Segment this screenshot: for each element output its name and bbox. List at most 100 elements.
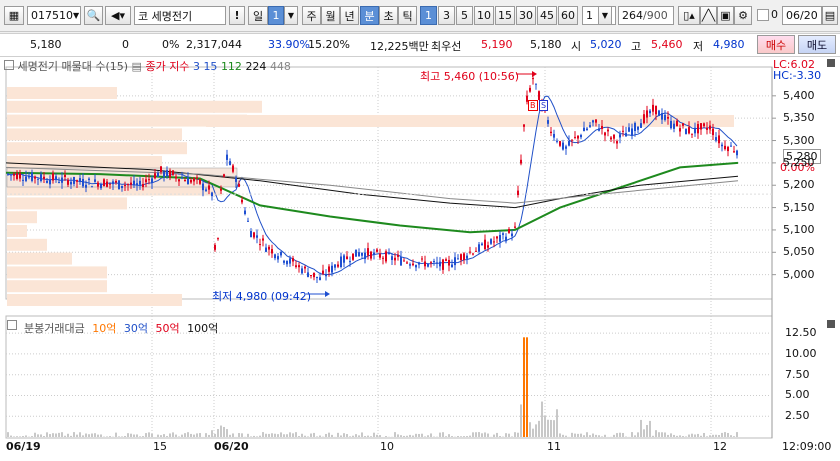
volume-bar (658, 432, 660, 437)
volume-bar (484, 432, 486, 437)
date-input[interactable]: 06/20 (782, 6, 822, 25)
chevron-down-icon[interactable]: ▼ (598, 6, 612, 25)
candle-body (187, 177, 189, 185)
settings-icon[interactable]: ▤ (132, 60, 142, 73)
volume-legend-box[interactable] (7, 320, 17, 330)
volume-bar (181, 434, 183, 437)
candle-body (358, 252, 360, 257)
count-max: /900 (643, 9, 668, 22)
candle-body (34, 176, 36, 179)
minute-30-button[interactable]: 30 (516, 6, 536, 25)
candle-body (310, 275, 312, 277)
candle-body (244, 210, 246, 215)
low-annotation-text: 최저 4,980 (09:42) (212, 290, 312, 303)
volume-bar (481, 433, 483, 437)
volume-bar (472, 432, 474, 437)
calendar-icon[interactable]: ▤ (822, 6, 838, 25)
vol-100: 100억 (187, 322, 219, 335)
volume-bar (361, 432, 363, 437)
minute-45-button[interactable]: 45 (537, 6, 557, 25)
volume-bar (526, 337, 528, 437)
ma-3: 3 (192, 60, 200, 73)
volume-bar (499, 436, 501, 437)
period-num[interactable]: 1 (268, 6, 284, 25)
candle-body (256, 235, 258, 238)
minute-10-button[interactable]: 10 (474, 6, 494, 25)
volume-bar (523, 337, 525, 437)
volume-bar (529, 422, 531, 437)
grid-icon[interactable]: ▦ (4, 6, 24, 25)
volume-bar (691, 433, 693, 437)
volume-bar (730, 435, 732, 437)
volume-bar (634, 435, 636, 437)
volume-bar (646, 425, 648, 437)
zero-checkbox[interactable] (757, 9, 769, 21)
compare-icon[interactable]: ╱╲ (700, 6, 717, 25)
volume-bar (91, 433, 93, 437)
volume-bar (385, 436, 387, 437)
period-week-button[interactable]: 주 (302, 6, 321, 25)
chevron-down-icon[interactable]: ▼ (284, 6, 298, 25)
volume-panel-toggle[interactable] (827, 320, 835, 328)
volume-bar (25, 435, 27, 437)
price-panel-toggle[interactable] (827, 59, 835, 67)
gear-icon[interactable]: ⚙ (734, 6, 752, 25)
low-label: 저 (693, 40, 704, 53)
chevron-down-icon[interactable]: ▼ (73, 11, 81, 20)
minute-15-button[interactable]: 15 (495, 6, 515, 25)
period-day-button[interactable]: 일 (248, 6, 268, 25)
candle-body (532, 78, 534, 80)
period-month-button[interactable]: 월 (321, 6, 340, 25)
candle-body (613, 134, 615, 139)
volume-bar (421, 433, 423, 437)
candle-body (184, 179, 186, 182)
volume-bar (427, 435, 429, 437)
search-icon[interactable]: 🔍 (84, 6, 103, 25)
candle-body (268, 246, 270, 250)
minute-1-button[interactable]: 1 (420, 6, 437, 25)
minute-5-button[interactable]: 5 (456, 6, 473, 25)
candle-body (28, 176, 30, 178)
volume-bar (172, 432, 174, 437)
volume-bar (697, 433, 699, 437)
save-icon[interactable]: ▣ (717, 6, 734, 25)
period-tick-button[interactable]: 틱 (398, 6, 417, 25)
candle-body (637, 126, 639, 130)
sell-button[interactable]: 매도 (798, 35, 836, 54)
candle-body (193, 178, 195, 182)
volume-bar (439, 432, 441, 437)
warning-button[interactable]: ! (229, 6, 245, 25)
candle-body (733, 151, 735, 153)
price-chart[interactable] (0, 57, 840, 461)
volume-bar (118, 436, 120, 437)
period-minute-button[interactable]: 분 (360, 6, 379, 25)
volume-bar (343, 433, 345, 437)
volume-bar (637, 432, 639, 437)
candle-body (253, 232, 255, 238)
period-second-button[interactable]: 초 (379, 6, 398, 25)
candle-body (166, 170, 168, 177)
volume-bar (61, 432, 63, 437)
volume-bar (406, 435, 408, 437)
candle-body (349, 261, 351, 263)
candle-body (439, 261, 441, 267)
minute-60-button[interactable]: 60 (558, 6, 578, 25)
candle-body (250, 231, 252, 238)
candle-body (328, 266, 330, 272)
chart-panel[interactable]: 세명전기 매물대 수(15) ▤ 종가 지수 3 15 112 224 448 … (0, 57, 840, 461)
volume-bar (85, 433, 87, 437)
time-label-0619: 06/19 (6, 440, 41, 453)
stock-name-field[interactable]: 코 세명전기 (134, 6, 226, 25)
period-year-button[interactable]: 년 (340, 6, 359, 25)
volume-bar (586, 432, 588, 437)
speaker-icon[interactable]: ◀▾ (105, 6, 131, 25)
chart-legend: 세명전기 매물대 수(15) ▤ 종가 지수 3 15 112 224 448 (4, 58, 291, 74)
price-tick-label: 5,150 (783, 200, 815, 214)
minute-3-button[interactable]: 3 (438, 6, 455, 25)
indicator-icon[interactable]: ▯▴ (678, 6, 700, 25)
count-input[interactable]: 264/900 (618, 6, 674, 25)
stock-code-input[interactable]: 017510 ▼ (27, 6, 81, 25)
legend-box[interactable] (4, 60, 14, 70)
volume-bar (88, 434, 90, 437)
buy-button[interactable]: 매수 (757, 35, 795, 54)
